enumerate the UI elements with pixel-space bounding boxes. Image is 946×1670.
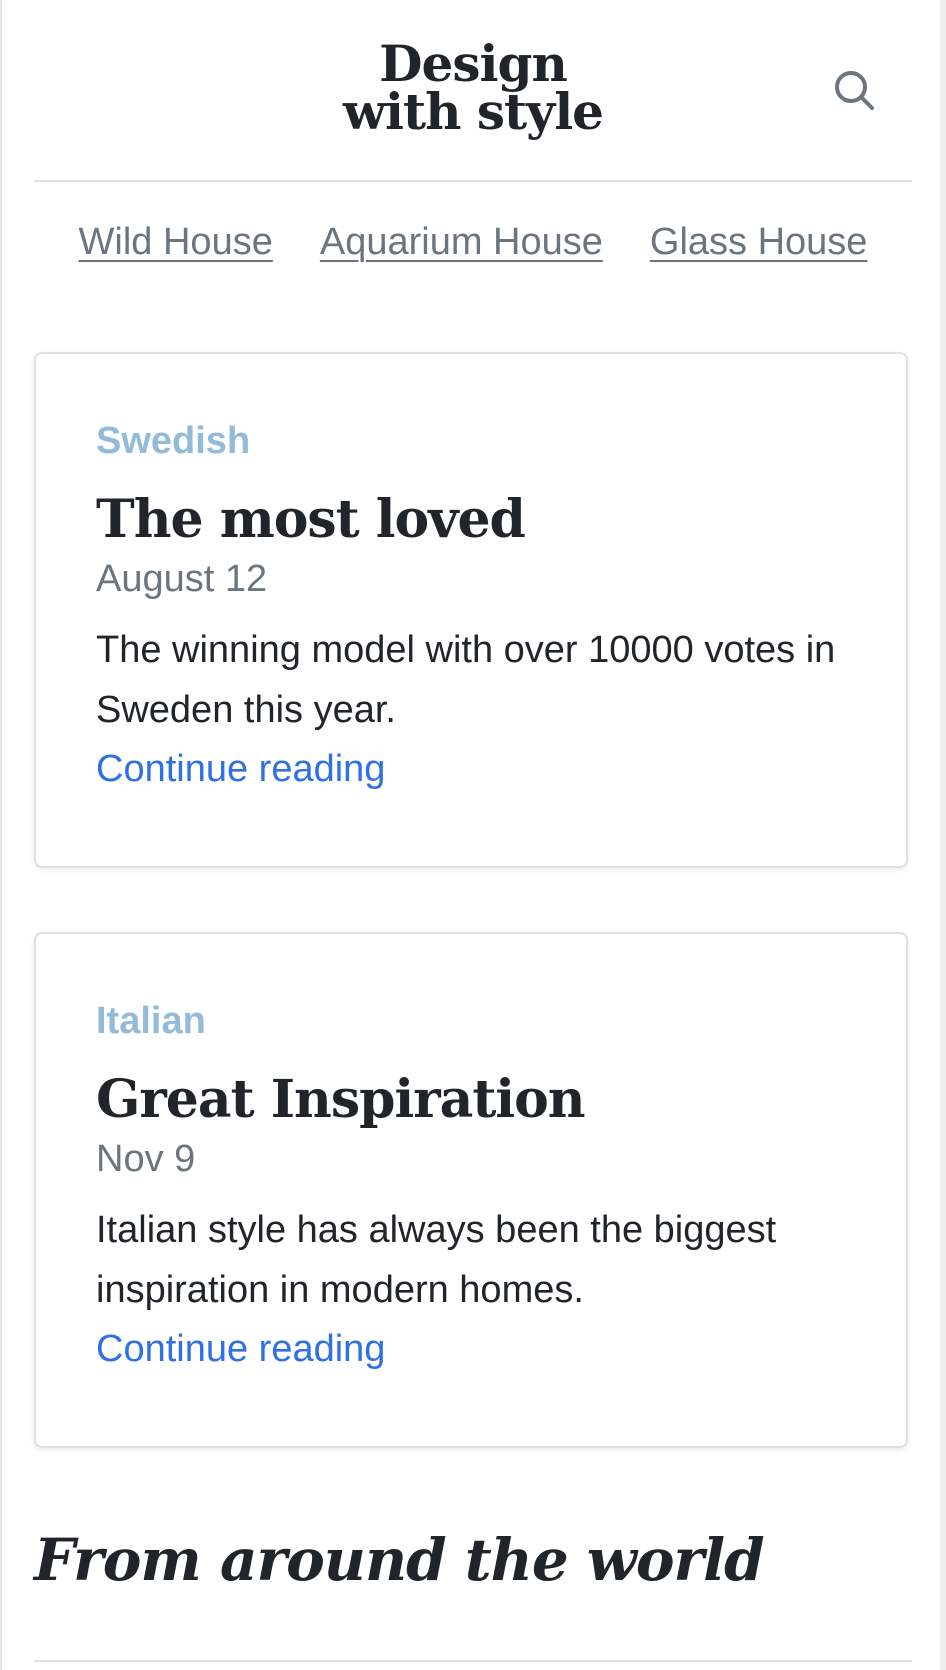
logo-line-2: with style: [343, 82, 604, 141]
nav-link-wild-house[interactable]: Wild House: [79, 220, 273, 264]
article-card: Italian Great Inspiration Nov 9 Italian …: [34, 932, 908, 1448]
article-card-body: Italian Great Inspiration Nov 9 Italian …: [96, 996, 866, 1378]
article-card-body: Swedish The most loved August 12 The win…: [96, 416, 866, 798]
article-card: Swedish The most loved August 12 The win…: [34, 352, 908, 868]
article-category: Italian: [96, 1000, 206, 1042]
search-button[interactable]: [830, 66, 878, 114]
article-date: Nov 9: [96, 1138, 196, 1180]
article-excerpt: The winning model with over 10000 votes …: [96, 629, 836, 731]
section-heading: From around the world: [34, 1526, 765, 1594]
article-category: Swedish: [96, 420, 251, 462]
page-container: Design with style Wild House Aquarium Ho…: [34, 0, 912, 1662]
category-nav: Wild House Aquarium House Glass House: [34, 182, 912, 312]
article-title: Great Inspiration: [96, 1069, 586, 1130]
nav-link-aquarium-house[interactable]: Aquarium House: [320, 220, 603, 264]
site-header: Design with style: [34, 0, 912, 182]
nav-link-glass-house[interactable]: Glass House: [650, 220, 868, 264]
section-divider: [34, 1660, 912, 1662]
continue-reading-link[interactable]: Continue reading: [96, 740, 866, 798]
site-logo[interactable]: Design with style: [34, 39, 912, 137]
scrollbar-track[interactable]: [940, 0, 946, 1670]
search-icon: [835, 71, 874, 110]
article-excerpt: Italian style has always been the bigges…: [96, 1209, 777, 1311]
continue-reading-link[interactable]: Continue reading: [96, 1320, 866, 1378]
article-title: The most loved: [96, 489, 526, 550]
article-date: August 12: [96, 558, 268, 600]
page-edge-left: [0, 0, 2, 1670]
